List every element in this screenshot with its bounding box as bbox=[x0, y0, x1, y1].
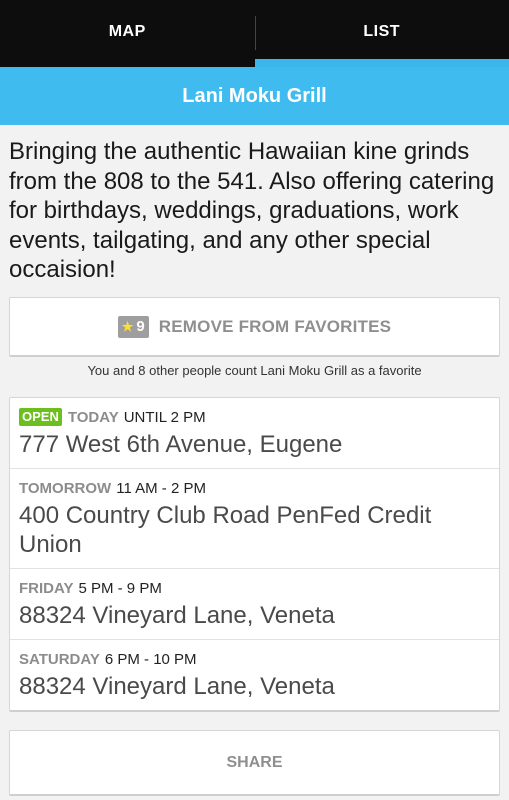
slot-hours: 11 AM - 2 PM bbox=[116, 479, 206, 497]
slot-hours: 6 PM - 10 PM bbox=[104, 650, 197, 668]
page-title: Lani Moku Grill bbox=[0, 67, 509, 125]
description-text: Bringing the authentic Hawaiian kine gri… bbox=[9, 138, 495, 283]
list-item[interactable]: OPEN TODAY UNTIL 2 PM 777 West 6th Avenu… bbox=[10, 398, 499, 469]
remove-from-favorites-label: REMOVE FROM FAVORITES bbox=[158, 316, 392, 336]
slot-day: SATURDAY bbox=[19, 650, 100, 668]
slot-hours: 5 PM - 9 PM bbox=[78, 579, 162, 597]
slot-hours: UNTIL 2 PM bbox=[123, 408, 206, 426]
slot-day: TODAY bbox=[67, 408, 119, 426]
tab-list[interactable]: LIST bbox=[254, 0, 509, 67]
slot-day: FRIDAY bbox=[19, 579, 74, 597]
slot-address: 88324 Vineyard Lane, Veneta bbox=[19, 673, 335, 700]
list-item[interactable]: TOMORROW 11 AM - 2 PM 400 Country Club R… bbox=[10, 469, 499, 569]
open-badge: OPEN bbox=[19, 408, 62, 426]
slot-header: SATURDAY 6 PM - 10 PM bbox=[19, 650, 490, 668]
share-button[interactable]: SHARE bbox=[9, 730, 500, 796]
tab-bar: MAP LIST bbox=[0, 0, 509, 67]
slot-address: 88324 Vineyard Lane, Veneta bbox=[19, 602, 335, 629]
slot-header: FRIDAY 5 PM - 9 PM bbox=[19, 579, 490, 597]
list-item[interactable]: FRIDAY 5 PM - 9 PM 88324 Vineyard Lane, … bbox=[10, 569, 499, 640]
favorites-note: You and 8 other people count Lani Moku G… bbox=[87, 363, 422, 378]
tab-map[interactable]: MAP bbox=[0, 0, 255, 67]
remove-from-favorites-button[interactable]: ★ 9 REMOVE FROM FAVORITES bbox=[9, 297, 500, 357]
slot-header: OPEN TODAY UNTIL 2 PM bbox=[19, 408, 490, 426]
slot-address: 400 Country Club Road PenFed Credit Unio… bbox=[19, 502, 432, 558]
favorite-count: 9 bbox=[136, 318, 145, 335]
schedule-list: OPEN TODAY UNTIL 2 PM 777 West 6th Avenu… bbox=[9, 397, 500, 712]
slot-address: 777 West 6th Avenue, Eugene bbox=[19, 431, 343, 458]
favorite-count-badge: ★ 9 bbox=[117, 315, 149, 338]
list-item[interactable]: SATURDAY 6 PM - 10 PM 88324 Vineyard Lan… bbox=[10, 640, 499, 710]
slot-day: TOMORROW bbox=[19, 479, 112, 497]
slot-header: TOMORROW 11 AM - 2 PM bbox=[19, 479, 490, 497]
tab-divider bbox=[255, 16, 256, 50]
star-icon: ★ bbox=[121, 318, 134, 334]
